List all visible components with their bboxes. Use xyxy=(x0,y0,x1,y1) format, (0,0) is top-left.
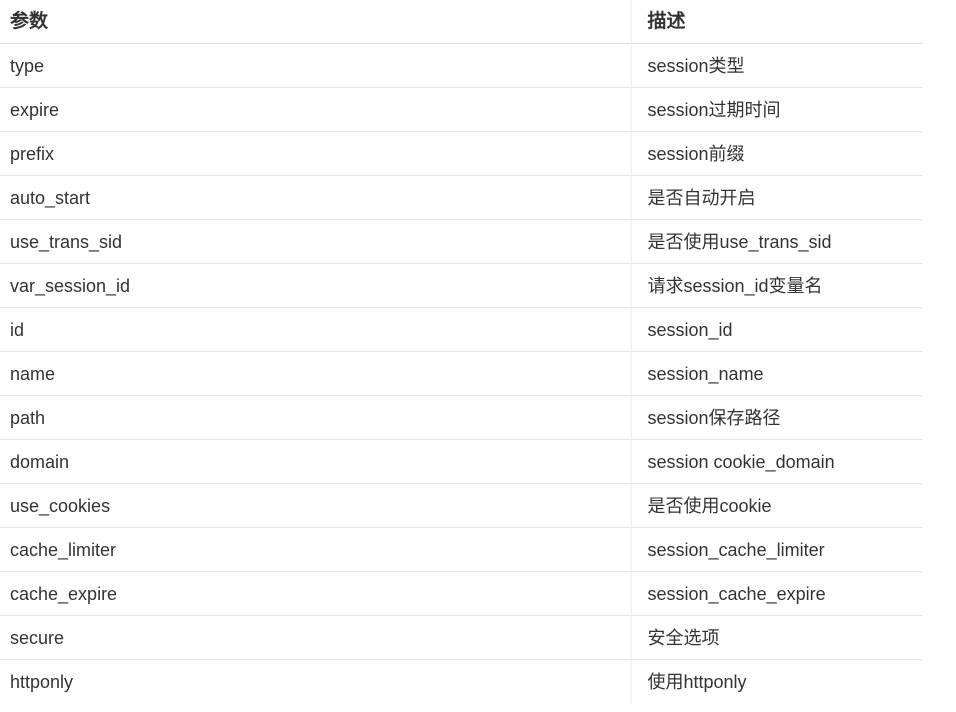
desc-cell: 是否使用cookie xyxy=(630,483,922,528)
table-body: type session类型 expire session过期时间 prefix… xyxy=(0,43,922,703)
param-cell: name xyxy=(10,363,56,384)
desc-cell: session_cache_limiter xyxy=(630,527,922,572)
desc-cell: 使用httponly xyxy=(630,659,922,703)
param-cell: type xyxy=(10,55,45,76)
desc-cell: 是否自动开启 xyxy=(630,175,922,220)
column-header-param: 参数 xyxy=(10,10,49,32)
table-row: name session_name xyxy=(0,351,922,396)
desc-cell: session_id xyxy=(630,307,922,352)
table-row: auto_start 是否自动开启 xyxy=(0,175,922,220)
desc-cell: session过期时间 xyxy=(630,87,922,132)
table-row: var_session_id 请求session_id变量名 xyxy=(0,263,922,308)
param-cell: cache_limiter xyxy=(10,539,117,560)
desc-cell: 安全选项 xyxy=(630,615,922,660)
session-params-table: 参数 描述 type session类型 expire session过期时间 … xyxy=(0,0,922,703)
param-cell: prefix xyxy=(10,143,55,164)
table-row: cache_expire session_cache_expire xyxy=(0,571,922,616)
desc-cell: session_name xyxy=(630,351,922,396)
table-header: 参数 描述 xyxy=(0,0,922,44)
table-row: domain session cookie_domain xyxy=(0,439,922,484)
table-row: cache_limiter session_cache_limiter xyxy=(0,527,922,572)
table-row: secure 安全选项 xyxy=(0,615,922,660)
table-row: use_cookies 是否使用cookie xyxy=(0,483,922,528)
param-cell: expire xyxy=(10,99,60,120)
session-params-table-container: 参数 描述 type session类型 expire session过期时间 … xyxy=(0,0,922,703)
desc-cell: session类型 xyxy=(630,43,922,88)
param-cell: use_cookies xyxy=(10,495,111,516)
param-cell: id xyxy=(10,319,25,340)
param-cell: var_session_id xyxy=(10,275,131,296)
desc-cell: 请求session_id变量名 xyxy=(630,263,922,308)
param-cell: secure xyxy=(10,627,65,648)
desc-cell: 是否使用use_trans_sid xyxy=(630,219,922,264)
param-cell: domain xyxy=(10,451,70,472)
table-row: id session_id xyxy=(0,307,922,352)
param-cell: use_trans_sid xyxy=(10,231,123,252)
table-row: path session保存路径 xyxy=(0,395,922,440)
column-header-desc: 描述 xyxy=(630,0,922,44)
table-row: type session类型 xyxy=(0,43,922,88)
desc-cell: session保存路径 xyxy=(630,395,922,440)
table-header-row: 参数 描述 xyxy=(0,0,922,44)
param-cell: cache_expire xyxy=(10,583,118,604)
table-row: use_trans_sid 是否使用use_trans_sid xyxy=(0,219,922,264)
desc-cell: session_cache_expire xyxy=(630,571,922,616)
param-cell: path xyxy=(10,407,46,428)
param-cell: auto_start xyxy=(10,187,91,208)
desc-cell: session前缀 xyxy=(630,131,922,176)
desc-cell: session cookie_domain xyxy=(630,439,922,484)
param-cell: httponly xyxy=(10,671,74,692)
table-row: expire session过期时间 xyxy=(0,87,922,132)
table-row: prefix session前缀 xyxy=(0,131,922,176)
table-row: httponly 使用httponly xyxy=(0,659,922,703)
